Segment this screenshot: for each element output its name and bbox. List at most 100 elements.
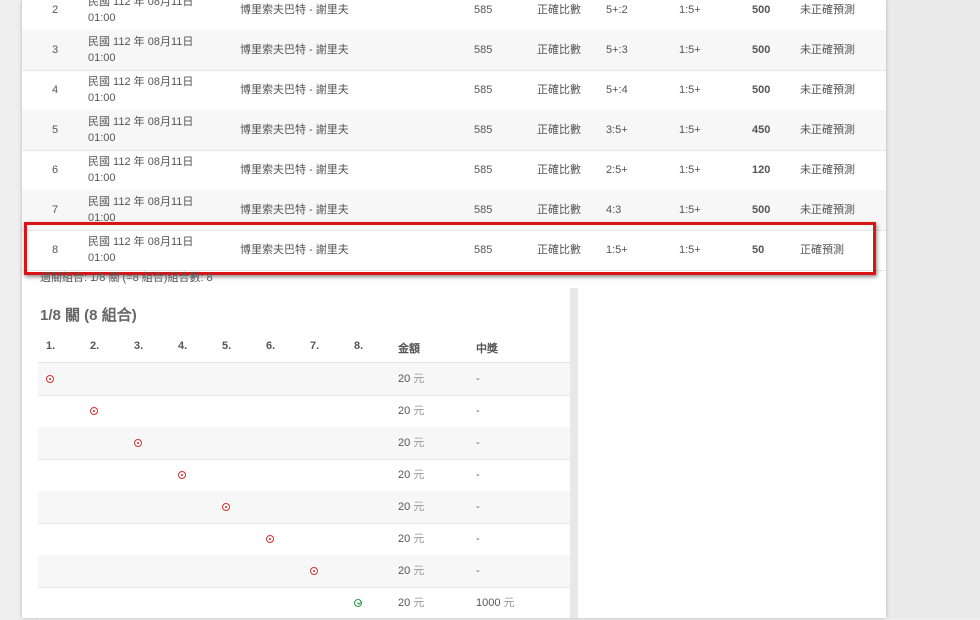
bet-odds: 1:5+ xyxy=(679,204,701,216)
right-gutter xyxy=(886,0,980,618)
combination-header-row: 1. 2. 3. 4. 5. 6. 7. 8. 金額 中獎 xyxy=(38,334,570,363)
combination-header: 8. xyxy=(354,340,364,352)
bet-time: 01:00 xyxy=(88,132,116,144)
amount-value: 20 xyxy=(398,533,411,545)
bet-score: 2:5+ xyxy=(606,164,628,176)
combination-amount: 20 元 xyxy=(398,459,424,491)
bet-row: 6 博里索夫巴特 - 謝里夫 585 正確比數 2:5+ 1:5+ 120 未正確預測 民國 1… xyxy=(22,150,886,191)
bet-result: 未正確預測 xyxy=(800,84,855,96)
bet-amount: 450 xyxy=(752,124,771,136)
amount-value: 20 xyxy=(398,597,411,609)
combination-table: 1/8 關 (8 組合) 1. 2. 3. 4. 5. 6. 7. 8. 金額 中獎 20 元-2… xyxy=(38,288,578,620)
bet-amount: 500 xyxy=(752,44,771,56)
bet-time: 01:00 xyxy=(88,172,116,184)
combination-amount: 20 元 xyxy=(398,587,424,619)
match-name: 博里索夫巴特 - 謝里夫 xyxy=(240,124,349,136)
bet-datetime: 民國 112 年 08月11日 01:00 xyxy=(88,194,193,226)
bet-time: 01:00 xyxy=(88,92,116,104)
combination-amount: 20 元 xyxy=(398,523,424,555)
bet-score: 5+:2 xyxy=(606,4,628,16)
amount-value: 20 xyxy=(398,469,411,481)
bet-odds: 1:5+ xyxy=(679,44,701,56)
prize-value: - xyxy=(476,469,480,481)
bet-odds: 1:5+ xyxy=(679,164,701,176)
bet-result: 未正確預測 xyxy=(800,124,855,136)
prize-unit: 元 xyxy=(503,597,515,609)
amount-value: 20 xyxy=(398,405,411,417)
lose-x-icon xyxy=(46,375,54,383)
bet-date: 民國 112 年 08月11日 xyxy=(88,76,194,88)
bet-date: 民國 112 年 08月11日 xyxy=(88,156,194,168)
bet-amount: 50 xyxy=(752,244,765,256)
match-name: 博里索夫巴特 - 謝里夫 xyxy=(240,44,349,56)
amount-value: 20 xyxy=(398,437,411,449)
amount-value: 20 xyxy=(398,565,411,577)
bet-date: 民國 112 年 08月11日 xyxy=(88,36,194,48)
bet-result: 未正確預測 xyxy=(800,4,855,16)
bet-type: 正確比數 xyxy=(537,124,581,136)
amount-value: 20 xyxy=(398,373,411,385)
bet-row: 2 博里索夫巴特 - 謝里夫 585 正確比數 5+:2 1:5+ 500 未正確預測 民國 1… xyxy=(22,0,886,31)
event-number: 585 xyxy=(474,204,493,216)
bet-result: 正確預測 xyxy=(800,244,844,256)
bet-result: 未正確預測 xyxy=(800,204,855,216)
amount-unit: 元 xyxy=(413,437,425,449)
combination-scrollbar[interactable] xyxy=(570,288,578,618)
bet-number: 7 xyxy=(52,204,59,216)
bet-number: 5 xyxy=(52,124,59,136)
event-number: 585 xyxy=(474,4,493,16)
bet-row: 7 博里索夫巴特 - 謝里夫 585 正確比數 4:3 1:5+ 500 未正確預測 民國 11… xyxy=(22,190,886,231)
event-number: 585 xyxy=(474,164,493,176)
prize-value: - xyxy=(476,437,480,449)
bet-amount: 500 xyxy=(752,84,771,96)
combination-header: 2. xyxy=(90,340,100,352)
bet-odds: 1:5+ xyxy=(679,84,701,96)
combination-row: 20 元 - xyxy=(38,395,570,428)
bet-type: 正確比數 xyxy=(537,164,581,176)
bet-odds: 1:5+ xyxy=(679,124,701,136)
match-name: 博里索夫巴特 - 謝里夫 xyxy=(240,244,349,256)
event-number: 585 xyxy=(474,124,493,136)
bet-time: 01:00 xyxy=(88,212,116,224)
bet-date: 民國 112 年 08月11日 xyxy=(88,236,194,248)
bet-score: 1:5+ xyxy=(606,244,628,256)
combination-amount: 20 元 xyxy=(398,363,424,395)
combination-row: 20 元 - xyxy=(38,459,570,492)
prize-value: - xyxy=(476,565,480,577)
combination-prize: - xyxy=(476,523,480,555)
combination-prize: - xyxy=(476,491,480,523)
bet-result: 未正確預測 xyxy=(800,44,855,56)
combination-row: 20 元 1000 元 xyxy=(38,587,570,620)
combination-header: 6. xyxy=(266,340,276,352)
lose-x-icon xyxy=(310,567,318,575)
bet-row: 8 博里索夫巴特 - 謝里夫 585 正確比數 1:5+ 1:5+ 50 正確預測 民國 112… xyxy=(22,230,886,271)
bet-datetime: 民國 112 年 08月11日 01:00 xyxy=(88,0,193,26)
event-number: 585 xyxy=(474,84,493,96)
amount-unit: 元 xyxy=(413,469,425,481)
combination-header: 金額 xyxy=(398,343,420,355)
combination-amount: 20 元 xyxy=(398,395,424,427)
bet-number: 8 xyxy=(52,244,59,256)
bet-amount: 500 xyxy=(752,4,771,16)
bet-number: 4 xyxy=(52,84,59,96)
combination-amount: 20 元 xyxy=(398,427,424,459)
bet-score: 4:3 xyxy=(606,204,622,216)
bet-number: 2 xyxy=(52,4,59,16)
prize-value: 1000 xyxy=(476,597,501,609)
combination-amount: 20 元 xyxy=(398,491,424,523)
bet-amount: 120 xyxy=(752,164,771,176)
bet-time: 01:00 xyxy=(88,52,116,64)
match-name: 博里索夫巴特 - 謝里夫 xyxy=(240,4,349,16)
bet-score: 5+:4 xyxy=(606,84,628,96)
amount-unit: 元 xyxy=(413,373,425,385)
combination-title: 1/8 關 (8 組合) xyxy=(40,307,137,324)
bet-score: 3:5+ xyxy=(606,124,628,136)
bet-datetime: 民國 112 年 08月11日 01:00 xyxy=(88,114,193,146)
combination-row: 20 元 - xyxy=(38,363,570,396)
prize-value: - xyxy=(476,373,480,385)
bet-type: 正確比數 xyxy=(537,4,581,16)
bet-datetime: 民國 112 年 08月11日 01:00 xyxy=(88,74,193,106)
combination-header: 1. xyxy=(46,340,56,352)
win-check-icon xyxy=(354,599,362,607)
bet-datetime: 民國 112 年 08月11日 01:00 xyxy=(88,34,193,66)
